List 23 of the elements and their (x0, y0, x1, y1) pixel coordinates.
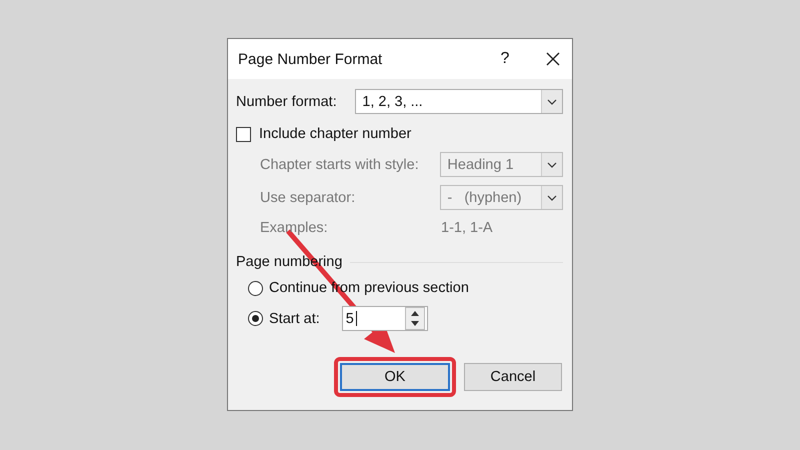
chevron-down-icon (547, 194, 557, 200)
radio-label[interactable]: Start at: (269, 310, 320, 326)
field-label: Examples: (260, 220, 329, 236)
close-icon[interactable] (546, 52, 560, 66)
cancel-button[interactable]: Cancel (464, 363, 562, 391)
radio-button[interactable] (248, 311, 263, 326)
text-cursor (356, 311, 357, 326)
spin-up-icon[interactable] (410, 310, 419, 316)
spin-down-icon[interactable] (410, 321, 419, 326)
help-button[interactable]: ? (490, 50, 520, 68)
start-at-field[interactable]: 5 (342, 306, 428, 331)
chevron-down-icon (547, 162, 557, 168)
field-label: Use separator: (260, 190, 356, 206)
window-title: Page Number Format (238, 50, 384, 68)
field-label: Number format: (236, 94, 338, 110)
checkbox[interactable] (236, 126, 251, 142)
ok-button[interactable]: OK (340, 363, 450, 391)
checkbox-label[interactable]: Include chapter number (259, 126, 412, 142)
number-format-dropdown[interactable]: 1, 2, 3, ... (355, 89, 563, 114)
field-label: Chapter starts with style: (260, 156, 420, 172)
radio-button[interactable] (248, 280, 263, 296)
chevron-down-icon (547, 98, 557, 104)
examples-text: 1-1, 1-A (441, 220, 493, 236)
